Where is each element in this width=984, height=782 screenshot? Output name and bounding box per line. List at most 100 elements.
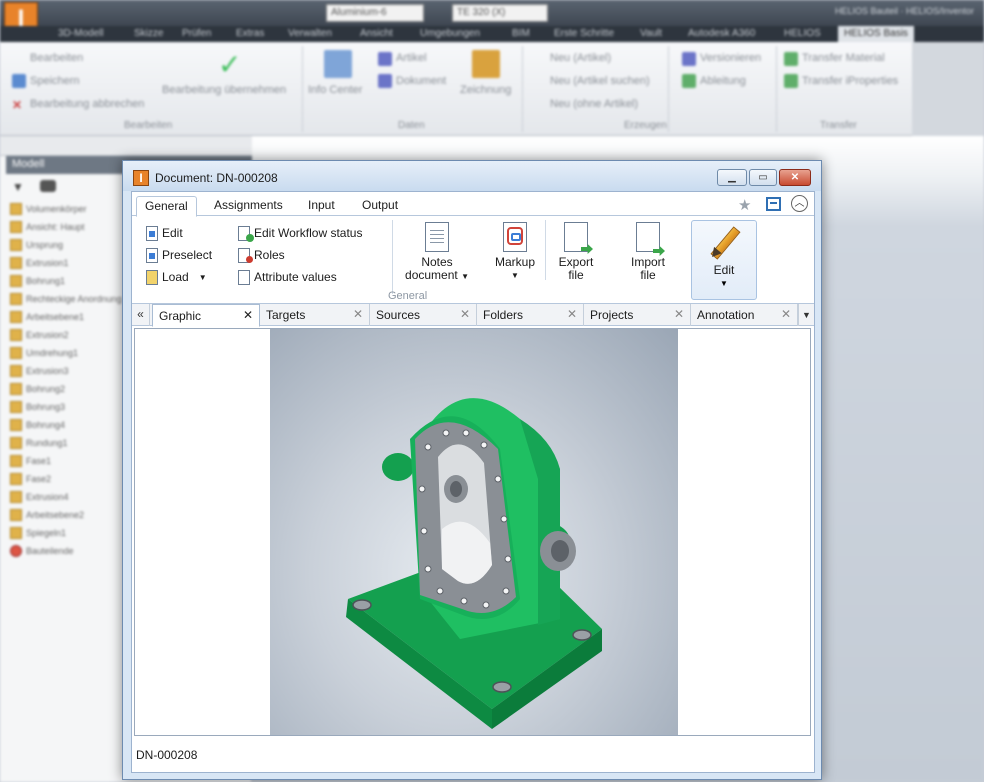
close-tab-icon[interactable]: ✕ [243, 308, 253, 322]
close-tab-icon[interactable]: ✕ [353, 307, 363, 321]
tree-node[interactable]: Fase2 [10, 470, 122, 488]
maximize-button[interactable]: ▭ [749, 169, 777, 186]
tree-node[interactable]: Rechteckige Anordnung [10, 290, 122, 308]
menu-tab-helios-basis[interactable]: HELIOS Basis [838, 26, 914, 42]
bearbeiten-button[interactable]: Bearbeiten [30, 52, 83, 64]
versionieren-button[interactable]: Versionieren [700, 52, 761, 64]
dokument-button[interactable]: Dokument [396, 75, 446, 87]
tree-node[interactable]: Extrusion1 [10, 254, 122, 272]
neu-artikel-suchen-button[interactable]: Neu (Artikel suchen) [550, 75, 650, 87]
neu-ohne-artikel-button[interactable]: Neu (ohne Artikel) [550, 98, 638, 110]
scroll-tabs-left-button[interactable]: « [132, 304, 150, 326]
tab-annotation[interactable]: Annotation ✕ [691, 304, 798, 326]
close-tab-icon[interactable]: ✕ [460, 307, 470, 321]
menu-tab-helios[interactable]: HELIOS [784, 28, 821, 39]
part-preview-image[interactable] [270, 329, 678, 735]
info-center-button[interactable]: Info Center [308, 84, 362, 96]
edit-large-button[interactable]: Edit ▼ [691, 220, 757, 300]
menu-tab-bim[interactable]: BIM [512, 28, 530, 39]
tab-targets[interactable]: Targets ✕ [260, 304, 370, 326]
tree-node[interactable]: Bohrung1 [10, 272, 122, 290]
tree-node[interactable]: Arbeitsebene2 [10, 506, 122, 524]
window-layout-icon[interactable] [766, 197, 781, 211]
close-tab-icon[interactable]: ✕ [781, 307, 791, 321]
markup-button[interactable]: Markup ▼ [488, 222, 542, 282]
tab-input[interactable]: Input [300, 196, 343, 216]
import-file-button[interactable]: Import file [620, 222, 676, 282]
close-tab-icon[interactable]: ✕ [567, 307, 577, 321]
menu-tab-skizze[interactable]: Skizze [134, 28, 163, 39]
menu-tab-umgebungen[interactable]: Umgebungen [420, 28, 480, 39]
host-ribbon-end [912, 42, 984, 136]
menu-tab-erste-schritte[interactable]: Erste Schritte [554, 28, 614, 39]
tree-node[interactable]: Volumenkörper [10, 200, 122, 218]
collapse-ribbon-icon[interactable]: ︿ [791, 195, 808, 212]
menu-tab-3d-modell[interactable]: 3D-Modell [58, 28, 104, 39]
tree-node[interactable]: Bohrung4 [10, 416, 122, 434]
group-separator [545, 220, 546, 280]
tree-node[interactable]: Ursprung [10, 236, 122, 254]
tab-output[interactable]: Output [354, 196, 406, 216]
tree-node[interactable]: Extrusion4 [10, 488, 122, 506]
edit-button[interactable]: Edit [146, 224, 183, 242]
favorite-star-icon[interactable]: ★ [738, 196, 751, 214]
tab-projects[interactable]: Projects ✕ [584, 304, 691, 326]
transfer-properties-button[interactable]: Transfer iProperties [802, 75, 898, 87]
transfer-material-button[interactable]: Transfer Material [802, 52, 885, 64]
artikel-button[interactable]: Artikel [396, 52, 427, 64]
minimize-button[interactable]: ▁ [717, 169, 747, 186]
ableitung-icon [682, 74, 696, 88]
document-edit-icon [146, 225, 158, 241]
graphic-viewer[interactable] [134, 328, 811, 736]
tree-node[interactable]: Bohrung2 [10, 380, 122, 398]
tree-node[interactable]: Fase1 [10, 452, 122, 470]
color-combo[interactable]: TE 320 (X) [452, 4, 548, 22]
tab-folders[interactable]: Folders ✕ [477, 304, 584, 326]
abbrechen-button[interactable]: Bearbeitung abbrechen [30, 98, 144, 110]
tree-node[interactable]: Extrusion2 [10, 326, 122, 344]
tree-node[interactable]: Arbeitsebene1 [10, 308, 122, 326]
export-file-button[interactable]: Export file [550, 222, 602, 282]
tree-node[interactable]: Spiegeln1 [10, 524, 122, 542]
menu-tab-a360[interactable]: Autodesk A360 [688, 28, 755, 39]
tree-node[interactable]: Bauteilende [10, 542, 122, 560]
notes-document-button[interactable]: Notes document ▼ [402, 222, 472, 283]
attribute-values-button[interactable]: Attribute values [238, 268, 337, 286]
menu-tab-verwalten[interactable]: Verwalten [288, 28, 332, 39]
tree-node[interactable]: Bohrung3 [10, 398, 122, 416]
tree-node[interactable]: Umdrehung1 [10, 344, 122, 362]
preselect-button[interactable]: Preselect [146, 246, 212, 264]
tab-sources[interactable]: Sources ✕ [370, 304, 477, 326]
app-icon: I [133, 170, 149, 186]
versionieren-icon [682, 52, 696, 66]
roles-button[interactable]: Roles [238, 246, 285, 264]
edit-workflow-status-button[interactable]: Edit Workflow status [238, 224, 362, 242]
neu-artikel-button[interactable]: Neu (Artikel) [550, 52, 611, 64]
close-button[interactable]: ✕ [779, 169, 811, 186]
filter-icon[interactable]: ▼ [12, 180, 24, 194]
ableitung-button[interactable]: Ableitung [700, 75, 746, 87]
tab-general[interactable]: General [136, 196, 197, 217]
tree-node[interactable]: Rundung1 [10, 434, 122, 452]
tab-graphic[interactable]: Graphic ✕ [152, 304, 260, 327]
menu-tab-ansicht[interactable]: Ansicht [360, 28, 393, 39]
tab-assignments[interactable]: Assignments [206, 196, 291, 216]
speichern-button[interactable]: Speichern [30, 75, 80, 87]
tree-node[interactable]: Extrusion3 [10, 362, 122, 380]
group-label-transfer: Transfer [820, 120, 857, 131]
menu-tab-vault[interactable]: Vault [640, 28, 662, 39]
document-dialog: I Document: DN-000208 ▁ ▭ ✕ General Assi… [122, 160, 822, 780]
menu-tab-extras[interactable]: Extras [236, 28, 264, 39]
load-button[interactable]: Load ▼ [146, 268, 207, 286]
tree-node[interactable]: Ansicht: Haupt [10, 218, 122, 236]
menu-tab-pruefen[interactable]: Prüfen [182, 28, 211, 39]
document-number-label: DN-000208 [136, 748, 198, 762]
dialog-titlebar[interactable]: I Document: DN-000208 ▁ ▭ ✕ [123, 161, 821, 191]
panel-toolbar [0, 136, 252, 156]
tab-list-dropdown-icon[interactable]: ▼ [798, 304, 814, 326]
binoculars-icon[interactable] [40, 180, 56, 192]
material-combo[interactable]: Aluminium-6 [326, 4, 424, 22]
zeichnung-button[interactable]: Zeichnung [460, 84, 511, 96]
uebernehmen-button[interactable]: Bearbeitung übernehmen [162, 84, 286, 96]
close-tab-icon[interactable]: ✕ [674, 307, 684, 321]
